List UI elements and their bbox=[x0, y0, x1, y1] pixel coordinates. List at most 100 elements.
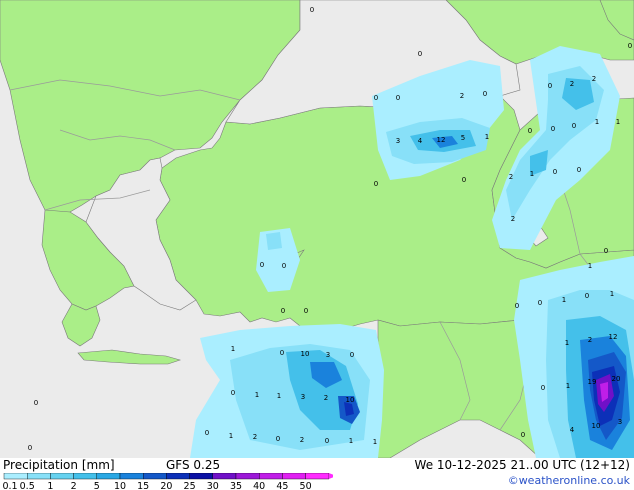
scale-arrow bbox=[328, 473, 333, 479]
scale-swatch bbox=[235, 473, 260, 480]
precip-value-label: 0 bbox=[521, 431, 525, 439]
precip-value-label: 3 bbox=[326, 351, 330, 359]
precip-value-label: 0 bbox=[34, 399, 38, 407]
precip-value-label: 1 bbox=[595, 118, 599, 126]
precip-value-label: 3 bbox=[396, 137, 400, 145]
scale-swatch bbox=[166, 473, 190, 480]
precip-value-label: 3 bbox=[301, 393, 305, 401]
scale-swatch bbox=[73, 473, 97, 480]
precipitation-map: 000 0 2 00 2203 4 12 5 10 0 0 1 10 0 2 1 0 0200 0 10 0 1 0 10 01… bbox=[0, 0, 634, 458]
precip-value-label: 0 bbox=[585, 292, 589, 300]
scale-swatch bbox=[212, 473, 237, 480]
precip-value-label: 0 bbox=[374, 180, 378, 188]
precip-value-label: 0 bbox=[553, 168, 557, 176]
precip-value-label: 1 bbox=[530, 170, 534, 178]
precip-value-label: 0 bbox=[260, 261, 264, 269]
precip-value-label: 0 bbox=[462, 176, 466, 184]
precip-value-label: 1 bbox=[229, 432, 233, 440]
precip-value-label: 3 bbox=[618, 418, 622, 426]
precip-value-label: 4 bbox=[570, 426, 575, 434]
precip-value-label: 0 bbox=[28, 444, 32, 452]
precip-value-label: 1 bbox=[616, 118, 620, 126]
precip-value-label: 0 bbox=[541, 384, 545, 392]
precip-value-label: 0 bbox=[515, 302, 519, 310]
precip-value-label: 12 bbox=[609, 333, 618, 341]
precip-value-label: 2 bbox=[511, 215, 515, 223]
scale-swatch bbox=[27, 473, 51, 480]
precip-value-label: 0 bbox=[396, 94, 400, 102]
precip-value-label: 10 bbox=[301, 350, 310, 358]
precip-value-label: 1 bbox=[255, 391, 259, 399]
precip-value-label: 0 bbox=[281, 307, 285, 315]
precip-value-label: 0 bbox=[310, 6, 314, 14]
precip-value-label: 5 bbox=[461, 134, 465, 142]
precip-value-label: 0 bbox=[280, 349, 284, 357]
precip-value-label: 2 bbox=[253, 433, 257, 441]
scale-swatch bbox=[189, 473, 214, 480]
precip-value-label: 20 bbox=[612, 375, 621, 383]
scale-swatch bbox=[282, 473, 306, 480]
precip-value-label: 1 bbox=[588, 262, 592, 270]
precip-value-label: 0 bbox=[374, 94, 378, 102]
scale-tick-label: 2 bbox=[71, 481, 77, 490]
precip-value-label: 0 bbox=[418, 50, 422, 58]
precip-value-label: 10 bbox=[592, 422, 601, 430]
scale-swatch bbox=[259, 473, 283, 480]
precip-value-label: 2 bbox=[300, 436, 304, 444]
precip-value-label: 2 bbox=[592, 75, 596, 83]
precip-value-label: 0 bbox=[604, 247, 608, 255]
precip-value-label: 19 bbox=[588, 378, 597, 386]
scale-tick-label: 25 bbox=[184, 481, 196, 490]
precip-value-label: 0 bbox=[538, 299, 542, 307]
scale-tick-label: 15 bbox=[137, 481, 149, 490]
scale-tick-label: 35 bbox=[230, 481, 242, 490]
valid-time: We 10-12-2025 21..00 UTC (12+12) bbox=[414, 458, 630, 472]
precip-value-label: 1 bbox=[277, 392, 281, 400]
scale-tick-label: 1 bbox=[47, 481, 53, 490]
precip-value-label: 0 bbox=[350, 351, 354, 359]
precip-value-label: 1 bbox=[566, 382, 570, 390]
credit-link[interactable]: ©weatheronline.co.uk bbox=[508, 474, 630, 487]
precip-value-label: 0 bbox=[483, 90, 487, 98]
scale-tick-label: 30 bbox=[207, 481, 219, 490]
scale-tick-label: 0.5 bbox=[20, 481, 35, 490]
scale-tick-label: 5 bbox=[94, 481, 100, 490]
precip-value-label: 2 bbox=[588, 336, 592, 344]
precip-value-label: 0 bbox=[276, 435, 280, 443]
precip-value-label: 1 bbox=[565, 339, 569, 347]
footer-bar: Precipitation [mm] GFS 0.25 We 10-12-202… bbox=[0, 458, 634, 490]
precip-value-label: 2 bbox=[324, 394, 328, 402]
scale-tick-label: 0.1 bbox=[3, 481, 18, 490]
precip-value-label: 1 bbox=[485, 133, 489, 141]
precip-value-label: 10 bbox=[346, 396, 355, 404]
precip-value-label: 0 bbox=[325, 437, 329, 445]
scale-tick-label: 10 bbox=[114, 481, 126, 490]
precip-value-label: 1 bbox=[610, 290, 614, 298]
precip-value-label: 0 bbox=[304, 307, 308, 315]
precip-value-label: 1 bbox=[562, 296, 566, 304]
precip-value-label: 0 bbox=[551, 125, 555, 133]
scale-swatch bbox=[50, 473, 74, 480]
precip-value-label: 1 bbox=[373, 438, 377, 446]
precip-value-label: 4 bbox=[418, 137, 423, 145]
precip-value-label: 2 bbox=[460, 92, 464, 100]
precip-value-label: 0 bbox=[577, 166, 581, 174]
precip-value-label: 0 bbox=[548, 82, 552, 90]
precip-value-label: 0 bbox=[282, 262, 286, 270]
scale-swatch bbox=[3, 473, 28, 480]
precip-value-label: 12 bbox=[437, 136, 446, 144]
precip-value-label: 0 bbox=[205, 429, 209, 437]
precip-value-label: 0 bbox=[528, 127, 532, 135]
model-label: GFS 0.25 bbox=[166, 458, 221, 472]
scale-swatch bbox=[96, 473, 121, 480]
precip-value-label: 1 bbox=[231, 345, 235, 353]
precip-value-label: 0 bbox=[231, 389, 235, 397]
precip-value-label: 2 bbox=[509, 173, 513, 181]
precip-value-label: 0 bbox=[628, 42, 632, 50]
scale-swatch bbox=[142, 473, 167, 480]
scale-tick-label: 45 bbox=[276, 481, 288, 490]
scale-tick-label: 50 bbox=[300, 481, 312, 490]
color-scale: 0.1 0.5 1 2 5 10 15 20 25 30 35 40 45 50 bbox=[3, 473, 333, 490]
scale-tick-label: 40 bbox=[253, 481, 265, 490]
scale-tick-label: 20 bbox=[160, 481, 172, 490]
